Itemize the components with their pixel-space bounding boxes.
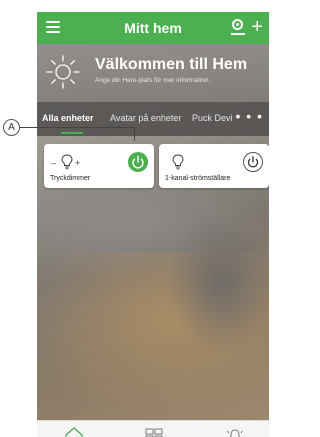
- location-target-icon[interactable]: [231, 18, 247, 36]
- background-image-plant: [167, 212, 269, 352]
- power-toggle-button[interactable]: [243, 152, 263, 172]
- app-header: Mitt hem +: [37, 12, 269, 44]
- home-icon[interactable]: [64, 426, 84, 437]
- tab-avatar-devices[interactable]: Avatar på enheter: [110, 113, 181, 123]
- active-tab-indicator: [61, 132, 83, 134]
- device-card-tryckdimmer[interactable]: – + Tryckdimmer: [44, 144, 154, 188]
- tab-all-devices[interactable]: Alla enheter: [42, 113, 94, 123]
- welcome-banner[interactable]: Välkommen till Hem Ange din Hem-plats fö…: [37, 44, 269, 102]
- dim-minus-icon: –: [51, 158, 57, 168]
- alarm-bell-icon[interactable]: [225, 426, 245, 437]
- header-actions: +: [231, 17, 263, 37]
- lightbulb-icon: [61, 154, 73, 170]
- lightbulb-icon: [172, 154, 184, 170]
- device-name: Tryckdimmer: [50, 175, 91, 182]
- tab-puck-devices[interactable]: Puck Devi: [192, 113, 233, 123]
- more-tabs-button[interactable]: • • •: [236, 108, 263, 124]
- power-toggle-button[interactable]: [128, 152, 148, 172]
- dim-plus-icon: +: [75, 158, 81, 168]
- add-icon[interactable]: +: [251, 17, 263, 37]
- power-icon: [247, 156, 259, 168]
- bottom-navigation: [37, 420, 269, 437]
- callout-line: [20, 127, 135, 128]
- grid-icon[interactable]: [144, 426, 164, 437]
- sun-icon: [46, 55, 80, 89]
- callout-line: [134, 127, 135, 141]
- app-screen: Mitt hem + Välkommen till Hem Ange din H…: [37, 12, 269, 437]
- device-tabs: Alla enheter Avatar på enheter Puck Devi…: [37, 102, 269, 136]
- power-icon: [132, 155, 144, 169]
- welcome-title: Välkommen till Hem: [95, 56, 248, 73]
- device-name: 1-kanal-strömställare: [165, 175, 231, 182]
- callout-label-a: A: [3, 119, 20, 136]
- welcome-subtitle: Ange din Hem-plats för mer information.: [95, 77, 211, 84]
- device-card-1-kanal[interactable]: 1-kanal-strömställare: [159, 144, 269, 188]
